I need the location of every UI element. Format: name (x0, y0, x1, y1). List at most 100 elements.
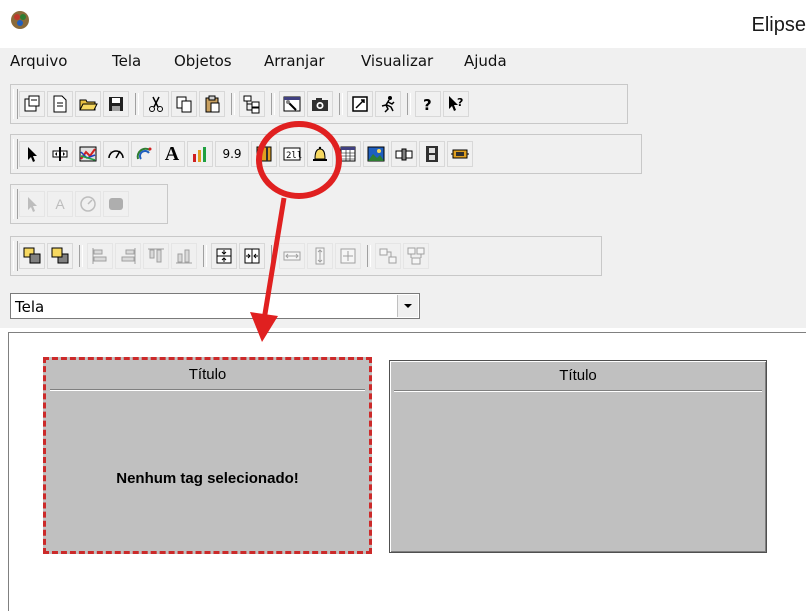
properties-button[interactable] (279, 91, 305, 117)
activex-tool-button[interactable] (447, 141, 473, 167)
text-disabled-button[interactable]: A (47, 191, 73, 217)
center-horizontal-icon (244, 248, 260, 264)
organizer-button[interactable] (239, 91, 265, 117)
shape-disabled-button[interactable] (103, 191, 129, 217)
toolbar-separator (339, 93, 343, 115)
new-screen-button[interactable] (47, 91, 73, 117)
bar-graph-icon (193, 147, 206, 162)
bargraph-tool-button[interactable] (187, 141, 213, 167)
run-button[interactable] (375, 91, 401, 117)
new-document-icon (53, 95, 67, 113)
clipboard-icon (205, 95, 220, 113)
text-tool-button[interactable]: A (159, 141, 185, 167)
gauge-disabled-button[interactable] (75, 191, 101, 217)
menu-tela[interactable]: Tela (112, 52, 141, 70)
setpoint-tool-button[interactable] (47, 141, 73, 167)
toolbar-separator (407, 93, 411, 115)
send-to-back-button[interactable] (47, 243, 73, 269)
video-tool-button[interactable] (419, 141, 445, 167)
cut-button[interactable] (143, 91, 169, 117)
same-size-button[interactable] (335, 243, 361, 269)
window-title: Elipse (751, 14, 806, 36)
paste-button[interactable] (199, 91, 225, 117)
align-bottom-icon (176, 249, 192, 264)
copy-icon (176, 96, 192, 113)
distribute-vertical-button[interactable] (403, 243, 429, 269)
menu-arquivo[interactable]: Arquivo (10, 52, 67, 70)
multi-display-tool-button[interactable] (251, 141, 277, 167)
toolbar-separator (135, 93, 139, 115)
open-folder-icon (79, 99, 98, 111)
slider-tool-button[interactable] (391, 141, 417, 167)
menu-objetos[interactable]: Objetos (174, 52, 232, 70)
distribute-horizontal-button[interactable] (375, 243, 401, 269)
center-horizontal-button[interactable] (239, 243, 265, 269)
panel-title: Título (559, 367, 597, 384)
toolbar-grip[interactable] (13, 241, 18, 271)
trend-tool-button[interactable] (75, 141, 101, 167)
component-icon (451, 149, 469, 159)
digital-display-icon: 2ll (283, 147, 302, 161)
align-top-icon (148, 248, 164, 263)
trend-chart-icon (79, 146, 97, 162)
menu-visualizar[interactable]: Visualizar (361, 52, 433, 70)
center-vertical-button[interactable] (211, 243, 237, 269)
screenshot-button[interactable] (307, 91, 333, 117)
toolbar-grip[interactable] (13, 189, 18, 219)
no-tag-message: Nenhum tag selecionado! (116, 470, 299, 487)
picture-tool-button[interactable] (363, 141, 389, 167)
same-height-button[interactable] (307, 243, 333, 269)
context-help-button[interactable]: ? (443, 91, 469, 117)
pointer-arrow-icon (28, 147, 37, 162)
bring-to-front-button[interactable] (19, 243, 45, 269)
align-bottom-button[interactable] (171, 243, 197, 269)
svg-text:ᵢ: ᵢ (110, 149, 111, 157)
animation-tool-button[interactable] (131, 141, 157, 167)
align-top-button[interactable] (143, 243, 169, 269)
select-tool-button[interactable] (19, 141, 45, 167)
screen-selector-dropdown[interactable]: Tela (10, 293, 420, 319)
panel-divider (50, 389, 365, 391)
browser-tool-button[interactable] (335, 141, 361, 167)
alarm-tool-button[interactable] (307, 141, 333, 167)
toolbar-grip[interactable] (13, 139, 18, 169)
toolbar-separator (203, 245, 207, 267)
new-app-button[interactable] (19, 91, 45, 117)
digital-display-tool-button[interactable]: 2ll (279, 141, 305, 167)
display-tool-button[interactable]: 9.9 (215, 141, 249, 167)
chevron-down-icon (404, 304, 412, 308)
panel-title: Título (188, 366, 227, 383)
select-disabled-button[interactable] (19, 191, 45, 217)
objects-toolbar: ᵢ A 9.9 2ll (10, 134, 642, 174)
same-size-icon (340, 248, 356, 264)
rainbow-arc-icon (136, 147, 152, 160)
dial-icon (80, 196, 96, 212)
pointer-arrow-icon (28, 197, 37, 212)
screen-selector-value: Tela (15, 298, 45, 316)
arrange-toolbar (10, 236, 602, 276)
align-left-button[interactable] (87, 243, 113, 269)
center-vertical-icon (216, 248, 232, 264)
save-button[interactable] (103, 91, 129, 117)
align-left-icon (92, 248, 107, 264)
open-button[interactable] (75, 91, 101, 117)
help-question-icon: ? (423, 96, 432, 114)
toolbar-grip[interactable] (13, 89, 18, 119)
text-tool-label: A (164, 142, 180, 165)
same-width-button[interactable] (279, 243, 305, 269)
tag-panel-selected[interactable]: Título Nenhum tag selecionado! (43, 357, 372, 554)
copy-button[interactable] (171, 91, 197, 117)
alarm-bell-icon (313, 146, 327, 161)
send-back-icon (51, 247, 69, 264)
svg-text:?: ? (457, 96, 463, 109)
align-right-button[interactable] (115, 243, 141, 269)
edit-mode-button[interactable] (347, 91, 373, 117)
help-button[interactable]: ? (415, 91, 441, 117)
dropdown-button[interactable] (397, 295, 418, 317)
menu-ajuda[interactable]: Ajuda (464, 52, 507, 70)
same-height-icon (315, 247, 325, 265)
running-man-icon (381, 96, 395, 113)
tag-panel[interactable]: Título (389, 360, 767, 553)
menu-arranjar[interactable]: Arranjar (264, 52, 325, 70)
gauge-tool-button[interactable]: ᵢ (103, 141, 129, 167)
